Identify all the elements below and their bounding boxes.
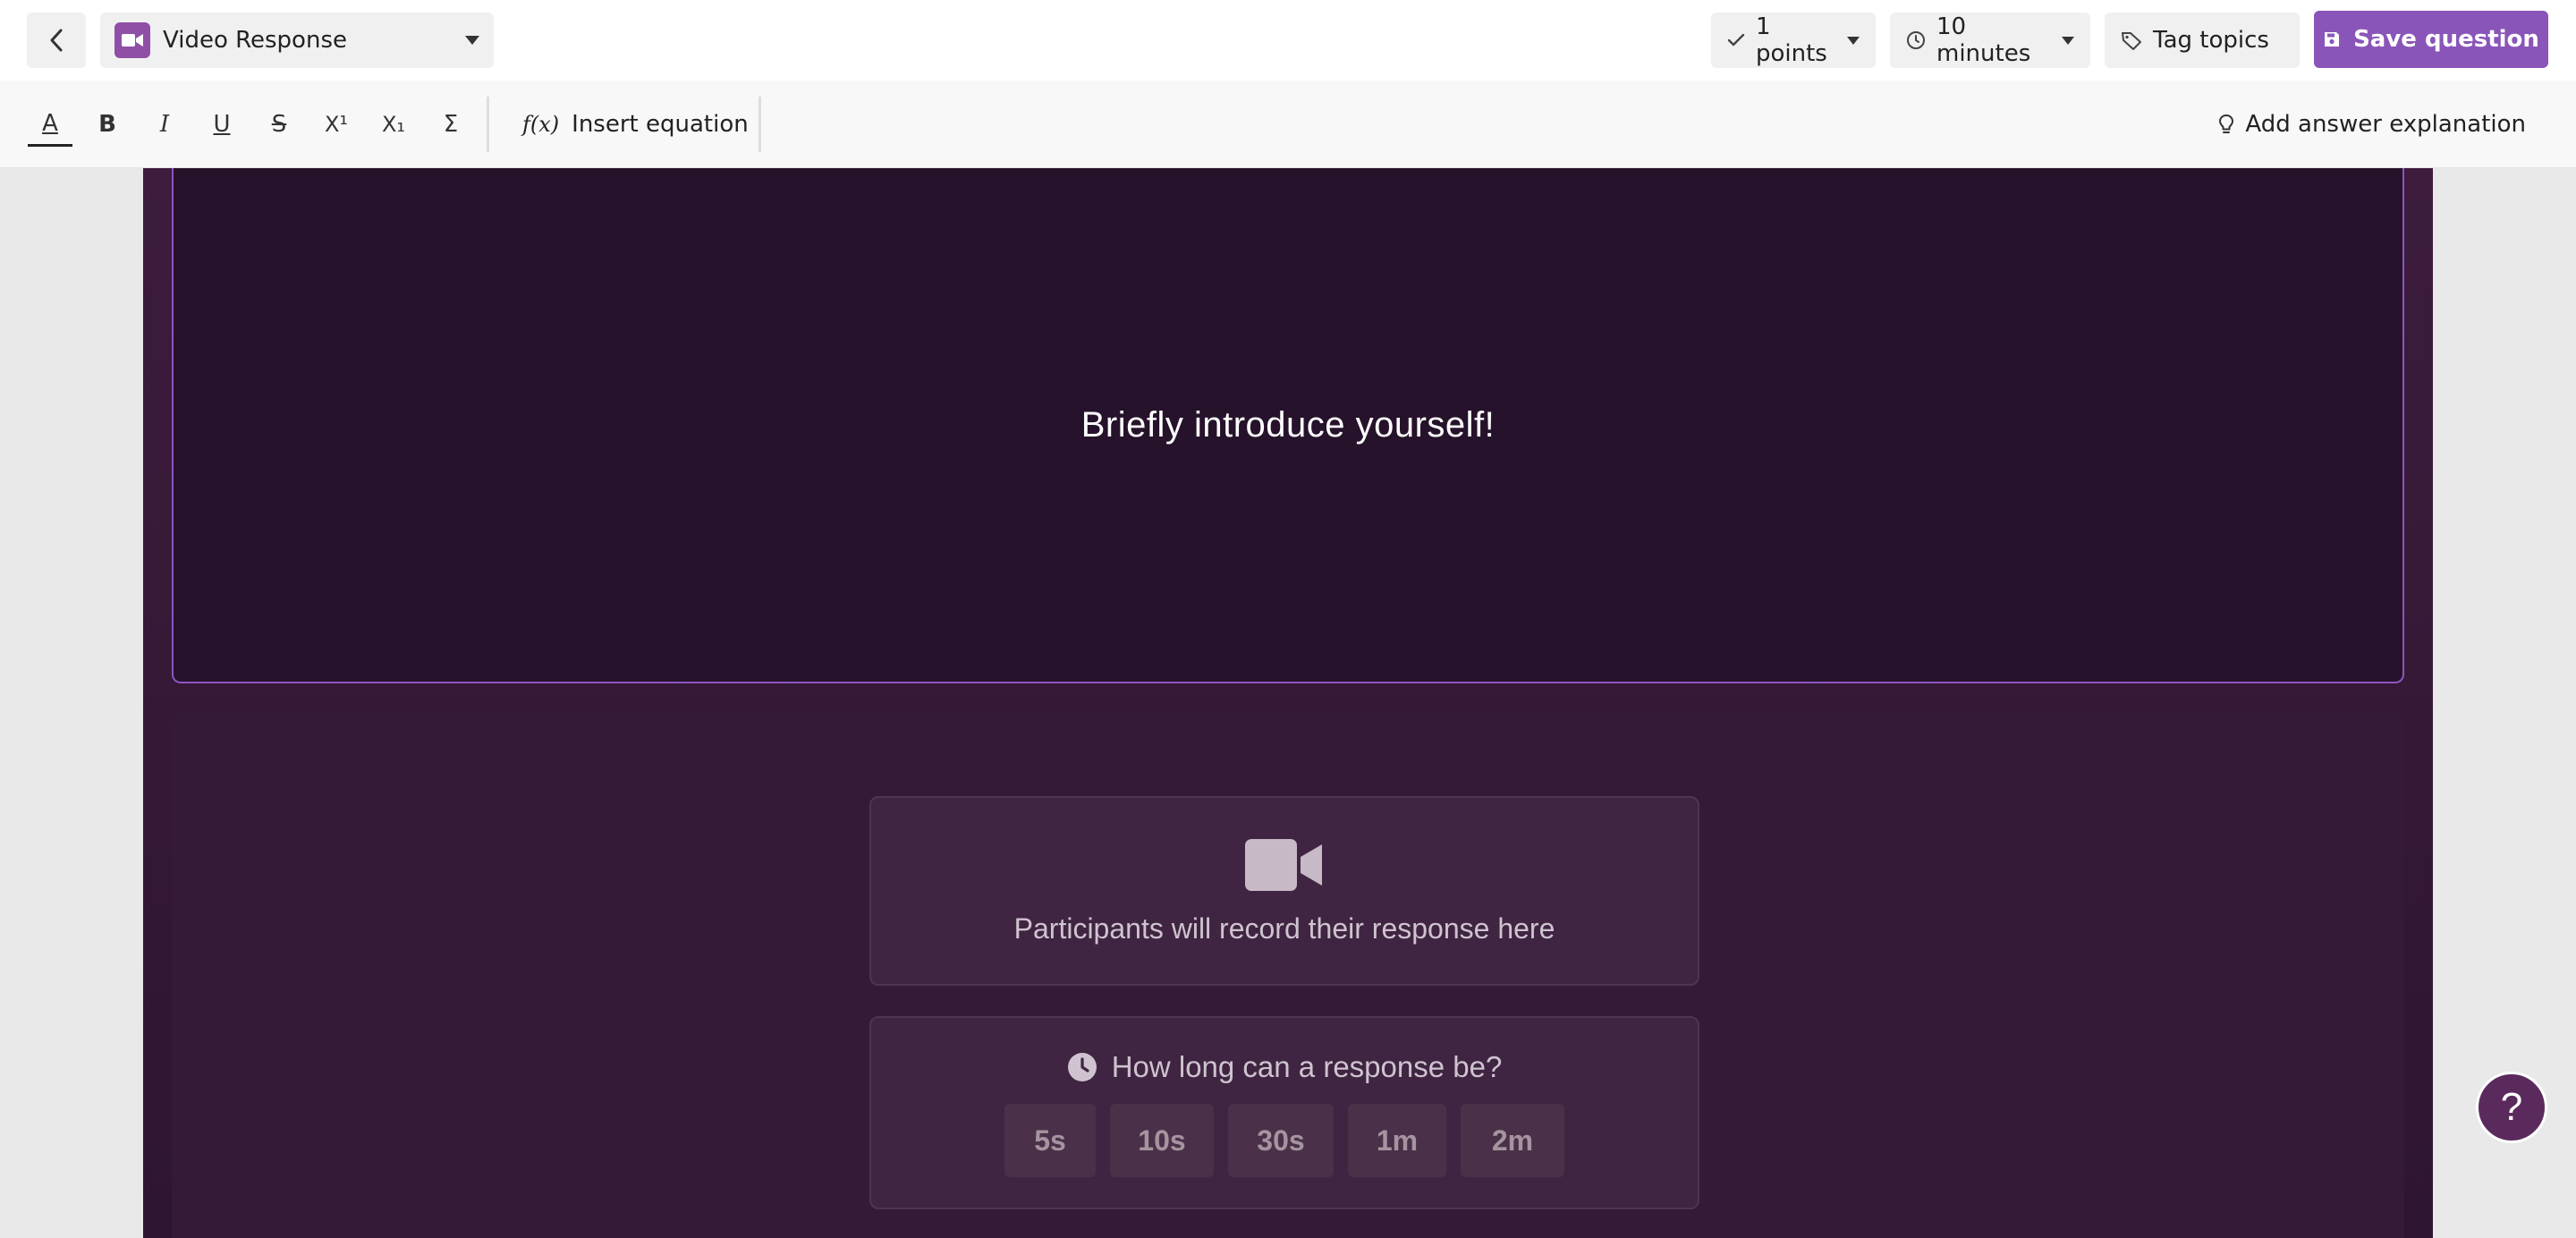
underline-button[interactable]: U (199, 102, 244, 147)
tag-topics-button[interactable]: Tag topics (2105, 13, 2300, 68)
save-question-label: Save question (2353, 26, 2539, 53)
insert-equation-button[interactable]: f(x) Insert equation (522, 102, 749, 147)
caret-down-icon (1847, 36, 1860, 45)
italic-button[interactable]: I (142, 102, 187, 147)
video-camera-icon (114, 22, 150, 58)
caret-down-icon (465, 36, 479, 45)
top-header: Video Response 1 points 10 minutes Tag t… (0, 0, 2576, 81)
insert-equation-label: Insert equation (572, 111, 749, 138)
duration-heading: How long can a response be? (871, 1050, 1698, 1084)
question-text[interactable]: Briefly introduce yourself! (1081, 405, 1496, 445)
text-color-button[interactable]: A (28, 102, 72, 147)
superscript-button[interactable]: X¹ (314, 102, 359, 147)
points-dropdown[interactable]: 1 points (1711, 13, 1876, 68)
question-canvas: Briefly introduce yourself! Participants… (143, 168, 2433, 1238)
time-limit-dropdown[interactable]: 10 minutes (1890, 13, 2090, 68)
video-camera-icon (1245, 838, 1322, 891)
caret-down-icon (2062, 36, 2074, 45)
response-duration-card: How long can a response be? 5s 10s 30s 1… (869, 1016, 1699, 1209)
duration-option-2m[interactable]: 2m (1461, 1104, 1564, 1177)
help-button[interactable]: ? (2476, 1072, 2547, 1143)
duration-option-10s[interactable]: 10s (1110, 1104, 1214, 1177)
text-color-icon: A (42, 109, 58, 137)
help-icon: ? (2500, 1085, 2523, 1129)
underline-icon: U (213, 111, 231, 138)
duration-question: How long can a response be? (1111, 1050, 1503, 1083)
duration-option-30s[interactable]: 30s (1228, 1104, 1334, 1177)
duration-options: 5s 10s 30s 1m 2m (871, 1104, 1698, 1177)
clock-icon (1906, 30, 1926, 50)
add-answer-explanation-label: Add answer explanation (2245, 111, 2526, 138)
subscript-button[interactable]: X₁ (371, 102, 416, 147)
subscript-icon: X₁ (381, 112, 406, 137)
tag-icon (2121, 30, 2142, 50)
duration-option-1m[interactable]: 1m (1348, 1104, 1446, 1177)
question-editor[interactable]: Briefly introduce yourself! (172, 168, 2404, 683)
function-icon: f(x) (522, 112, 560, 137)
check-icon (1727, 33, 1745, 47)
strikethrough-button[interactable]: S (257, 102, 301, 147)
add-answer-explanation-button[interactable]: Add answer explanation (2218, 102, 2526, 147)
strikethrough-icon: S (271, 111, 287, 138)
time-limit-label: 10 minutes (1936, 13, 2031, 67)
lightbulb-icon (2218, 114, 2234, 135)
record-response-text: Participants will record their response … (1013, 912, 1555, 945)
record-response-card: Participants will record their response … (869, 796, 1699, 986)
clock-icon (1067, 1052, 1097, 1082)
duration-option-5s[interactable]: 5s (1004, 1104, 1096, 1177)
save-question-button[interactable]: Save question (2314, 11, 2548, 68)
floppy-disk-icon (2323, 30, 2341, 48)
tag-topics-label: Tag topics (2153, 27, 2269, 54)
chevron-left-icon (50, 29, 63, 52)
superscript-icon: X¹ (324, 112, 349, 137)
sigma-icon: Σ (443, 111, 459, 138)
math-symbols-button[interactable]: Σ (428, 102, 473, 147)
toolbar-divider (487, 97, 489, 152)
formatting-toolbar: A B I U S X¹ X₁ Σ f(x) Insert equation A… (0, 81, 2576, 168)
question-type-dropdown[interactable]: Video Response (100, 13, 494, 68)
bold-button[interactable]: B (85, 102, 130, 147)
points-label: 1 points (1756, 13, 1827, 67)
toolbar-divider (758, 97, 761, 152)
response-panel: Participants will record their response … (172, 712, 2404, 1238)
back-button[interactable] (27, 13, 86, 68)
italic-icon: I (159, 111, 170, 138)
question-type-label: Video Response (163, 27, 347, 54)
bold-icon: B (98, 111, 116, 138)
